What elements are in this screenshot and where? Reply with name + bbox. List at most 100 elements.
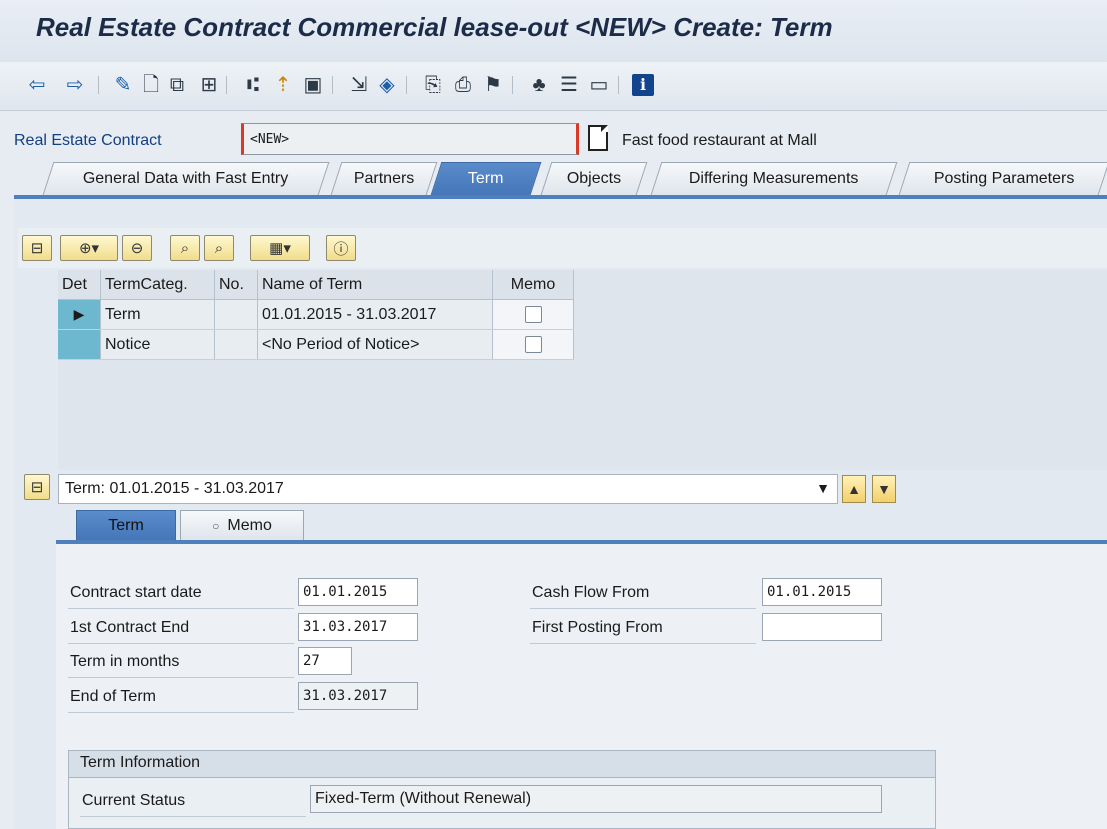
field-underline (68, 712, 294, 713)
copy-icon[interactable]: ⧉ (164, 72, 190, 98)
toolbar-separator (226, 76, 227, 94)
first-posting-from-label: First Posting From (532, 619, 663, 636)
end-of-term-field: 31.03.2017 (298, 682, 418, 710)
contract-description: Fast food restaurant at Mall (622, 132, 817, 149)
object-link-icon[interactable]: ⇲ (346, 72, 372, 98)
list-icon[interactable]: ☰ (556, 72, 582, 98)
first-contract-end-field[interactable]: 31.03.2017 (298, 613, 418, 641)
first-contract-end-label: 1st Contract End (70, 619, 190, 636)
tab-label: Partners (353, 170, 415, 187)
cash-flow-from-field[interactable]: 01.01.2015 (762, 578, 882, 606)
column-header: No. (214, 270, 258, 300)
tab-term[interactable]: Term (430, 162, 542, 195)
subtab-term[interactable]: Term (76, 510, 176, 540)
forward-arrow-icon[interactable]: ⇨ (62, 72, 88, 98)
layout-icon[interactable]: ▭ (586, 72, 612, 98)
current-status-label: Current Status (82, 792, 186, 809)
window-title: Real Estate Contract Commercial lease-ou… (36, 12, 833, 42)
tab-label: Term (468, 170, 504, 187)
attach-icon[interactable]: ⎘ (420, 72, 446, 98)
first-posting-from-field[interactable] (762, 613, 882, 641)
circle-icon: ○ (212, 518, 220, 533)
term-information-title: Term Information (80, 754, 201, 771)
term-number-cell[interactable] (214, 329, 258, 360)
column-header: Name of Term (257, 270, 493, 300)
find-icon[interactable]: ⌕ (170, 235, 200, 261)
contract-start-label: Contract start date (70, 584, 202, 601)
table-row[interactable]: ▶ Term 01.01.2015 - 31.03.2017 (58, 299, 574, 330)
document-icon (588, 125, 608, 151)
term-category-cell[interactable]: Notice (100, 329, 215, 360)
column-header: Det (58, 270, 101, 300)
term-number-cell[interactable] (214, 299, 258, 330)
tab-differing-measurements[interactable]: Differing Measurements (650, 162, 898, 195)
tab-objects[interactable]: Objects (540, 162, 648, 195)
flag-icon[interactable]: ⚑ (480, 72, 506, 98)
row-selector-icon[interactable]: ▶ (58, 299, 101, 330)
term-selector-dropdown[interactable]: Term: 01.01.2015 - 31.03.2017 (58, 474, 838, 504)
tab-label: Posting Parameters (933, 170, 1075, 187)
contract-start-field[interactable]: 01.01.2015 (298, 578, 418, 606)
column-header: TermCateg. (100, 270, 215, 300)
toolbar-separator (406, 76, 407, 94)
tab-label: Objects (566, 170, 621, 187)
memo-cell[interactable] (492, 299, 574, 330)
contract-number-field[interactable]: <NEW> (241, 123, 579, 155)
tab-partners[interactable]: Partners (330, 162, 438, 195)
field-underline (68, 677, 294, 678)
save-icon[interactable]: ▣ (300, 72, 326, 98)
toolbar-separator (332, 76, 333, 94)
table-info-icon[interactable]: ⓘ (326, 235, 356, 261)
current-status-field: Fixed-Term (Without Renewal) (310, 785, 882, 813)
pin-icon[interactable]: ⇡ (270, 72, 296, 98)
term-category-cell[interactable]: Term (100, 299, 215, 330)
info-icon[interactable]: i (632, 74, 654, 96)
term-name-cell[interactable]: 01.01.2015 - 31.03.2017 (257, 299, 493, 330)
layout-dropdown-icon[interactable]: ▦▾ (250, 235, 310, 261)
field-underline (80, 816, 306, 817)
hierarchy-icon[interactable]: ⑆ (240, 72, 266, 98)
field-underline (68, 643, 294, 644)
table-toolbar: ⊟ ⊕▾ ⊖ ⌕ ⌕ ▦▾ ⓘ (18, 228, 1107, 268)
toolbar-separator (98, 76, 99, 94)
display-change-icon[interactable]: ⊞ (196, 72, 222, 98)
subtab-label: Term (108, 516, 144, 534)
subtab-memo[interactable]: ○ Memo (180, 510, 304, 540)
application-toolbar: ⇦ ⇨ ✎ 🗋 ⧉ ⊞ ⑆ ⇡ ▣ ⇲ ◈ ⎘ ⎙ ⚑ ♣ ☰ ▭ i (0, 62, 1107, 111)
edit-pencil-icon[interactable]: ✎ (110, 72, 136, 98)
tab-posting-parameters[interactable]: Posting Parameters (898, 162, 1107, 195)
chevron-down-icon[interactable]: ▼ (812, 476, 834, 500)
tab-label: Differing Measurements (689, 170, 859, 187)
memo-checkbox[interactable] (524, 305, 542, 323)
end-of-term-label: End of Term (70, 688, 156, 705)
table-row[interactable]: Notice <No Period of Notice> (58, 329, 574, 360)
previous-entry-icon[interactable]: ▲ (842, 475, 866, 503)
delete-row-icon[interactable]: ⊖ (122, 235, 152, 261)
back-arrow-icon[interactable]: ⇦ (24, 72, 50, 98)
print-icon[interactable]: ⎙ (450, 72, 476, 98)
subtab-label: Memo (227, 516, 272, 534)
toolbar-separator (512, 76, 513, 94)
row-selector[interactable] (58, 329, 101, 360)
memo-checkbox[interactable] (524, 335, 542, 353)
next-entry-icon[interactable]: ▼ (872, 475, 896, 503)
add-row-dropdown-icon[interactable]: ⊕▾ (60, 235, 118, 261)
collapse-icon[interactable]: ⊟ (22, 235, 52, 261)
tab-label: General Data with Fast Entry (83, 170, 289, 187)
term-name-cell[interactable]: <No Period of Notice> (257, 329, 493, 360)
column-header: Memo (492, 270, 574, 300)
find-next-icon[interactable]: ⌕ (204, 235, 234, 261)
cash-flow-from-label: Cash Flow From (532, 584, 650, 601)
new-document-icon[interactable]: 🗋 (138, 72, 164, 98)
detail-collapse-icon[interactable]: ⊟ (24, 474, 50, 500)
eraser-icon[interactable]: ◈ (374, 72, 400, 98)
term-table: Det TermCateg. No. Name of Term Memo ▶ T… (58, 270, 574, 360)
toolbar-separator (618, 76, 619, 94)
memo-cell[interactable] (492, 329, 574, 360)
field-underline (530, 643, 756, 644)
field-underline (530, 608, 756, 609)
tab-general-data[interactable]: General Data with Fast Entry (42, 162, 330, 195)
term-in-months-field[interactable]: 27 (298, 647, 352, 675)
org-structure-icon[interactable]: ♣ (526, 72, 552, 98)
term-in-months-label: Term in months (70, 653, 180, 670)
